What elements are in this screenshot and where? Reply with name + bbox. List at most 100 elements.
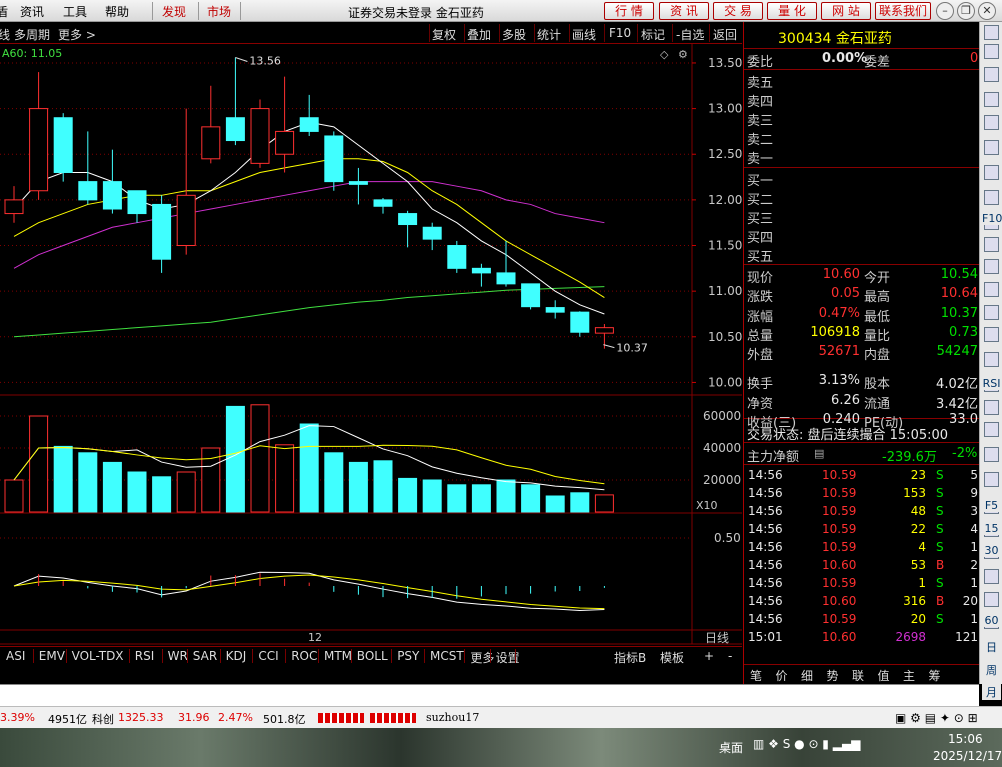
- toolbar-more[interactable]: 更多 >: [58, 26, 96, 43]
- indicator-tab-asi[interactable]: ASI: [4, 649, 27, 663]
- indicator-tab-kdj[interactable]: KDJ: [224, 649, 249, 663]
- side-tool-icon[interactable]: [984, 190, 999, 205]
- settings-icon[interactable]: ⚙: [678, 48, 688, 61]
- indicator-tab-right-0[interactable]: 指标B: [612, 649, 648, 666]
- menu-market[interactable]: 市场: [207, 3, 231, 20]
- tray-icons[interactable]: ▥ ❖ S ● ⊙ ▮ ▂▄▆: [753, 737, 860, 751]
- side-tool-icon[interactable]: [984, 447, 999, 462]
- toolbar-mark[interactable]: 标记: [641, 26, 665, 43]
- toolbar-f10[interactable]: F10: [609, 26, 631, 40]
- side-tool-icon[interactable]: [984, 592, 999, 607]
- indicator-tab-emv[interactable]: EMV: [37, 649, 67, 663]
- minimize-icon[interactable]: –: [936, 2, 954, 20]
- trade-n: 3: [970, 504, 978, 518]
- indicator-tab-right-1[interactable]: 模板: [658, 649, 686, 666]
- indicator-tab-psy[interactable]: PSY: [395, 649, 421, 663]
- tab-separator: [252, 649, 254, 663]
- side-tool-icon[interactable]: [984, 140, 999, 155]
- trade-p: 10.60: [822, 558, 857, 572]
- toolbar-multi-stock[interactable]: 多股: [502, 26, 526, 43]
- diamond-icon[interactable]: ◇: [660, 48, 669, 61]
- trade-t: 15:01: [748, 630, 783, 644]
- side-tool-月[interactable]: 月: [982, 684, 1001, 700]
- indicator-tick-label: 0.50: [714, 531, 741, 545]
- side-tool-icon[interactable]: [984, 67, 999, 82]
- toolbar-back[interactable]: 返回: [713, 26, 737, 43]
- indicator-tab-right-3[interactable]: -: [726, 649, 734, 663]
- side-tool-icon[interactable]: [984, 259, 999, 274]
- indicator-tab-mcst[interactable]: MCST: [428, 649, 466, 663]
- side-tool-icon[interactable]: [984, 422, 999, 437]
- contact-button[interactable]: 联系我们: [875, 2, 931, 20]
- side-tool-30[interactable]: 30: [982, 544, 1001, 557]
- menu-item-0[interactable]: 盾: [0, 3, 8, 20]
- side-tool-icon[interactable]: [984, 165, 999, 180]
- restore-icon[interactable]: ❐: [957, 2, 975, 20]
- side-tool-RSI[interactable]: RSI: [982, 377, 1001, 390]
- side-tool-icon[interactable]: [984, 115, 999, 130]
- website-button[interactable]: 网 站: [821, 2, 871, 20]
- toolbar-watchlist[interactable]: -自选: [676, 26, 704, 43]
- quote-tab-7[interactable]: 筹: [929, 667, 941, 684]
- list-icon[interactable]: ▤: [814, 447, 824, 460]
- quote-tab-6[interactable]: 主: [903, 667, 915, 684]
- side-tool-F10[interactable]: F10: [982, 212, 1002, 225]
- indicator-tab-cci[interactable]: CCI: [256, 649, 280, 663]
- side-tool-icon[interactable]: [984, 305, 999, 320]
- quote-tab-4[interactable]: 联: [852, 667, 864, 684]
- menu-news[interactable]: 资讯: [20, 3, 44, 20]
- kline-chart[interactable]: 13.50 13.00 12.50 12.00 11.50 11.00 10.50 10.00…: [0, 44, 742, 646]
- indicator-tab-roc[interactable]: ROC: [289, 649, 319, 663]
- indicator-tab-right-2[interactable]: +: [702, 649, 716, 663]
- side-tool-60[interactable]: 60: [982, 614, 1001, 627]
- toolbar-stats[interactable]: 统计: [537, 26, 561, 43]
- indicator-tab-mtm[interactable]: MTM: [322, 649, 354, 663]
- side-tool-icon[interactable]: [984, 237, 999, 252]
- side-tool-icon[interactable]: [984, 282, 999, 297]
- indicator-tab-更多[interactable]: 更多: [468, 649, 496, 666]
- quant-button[interactable]: 量 化: [767, 2, 817, 20]
- side-tool-icon[interactable]: [984, 569, 999, 584]
- quote-tab-1[interactable]: 价: [776, 667, 788, 684]
- quote-tab-5[interactable]: 值: [878, 667, 890, 684]
- quote-button[interactable]: 行 情: [604, 2, 654, 20]
- indicator-tab-rsi[interactable]: RSI: [133, 649, 157, 663]
- news-button[interactable]: 资 讯: [659, 2, 709, 20]
- indicator-tab-vol-tdx[interactable]: VOL-TDX: [70, 649, 126, 663]
- side-tool-F5[interactable]: F5: [982, 499, 1001, 512]
- side-tool-周[interactable]: 周: [982, 662, 1001, 678]
- quote-label-7-a: 收益(三): [747, 416, 797, 432]
- toolbar-line[interactable]: 线: [0, 26, 10, 43]
- menu-tools[interactable]: 工具: [63, 3, 87, 20]
- menu-help[interactable]: 帮助: [105, 3, 129, 20]
- desktop-label[interactable]: 桌面: [719, 739, 743, 756]
- side-tool-icon[interactable]: [984, 25, 999, 40]
- menu-discover[interactable]: 发现: [162, 3, 186, 20]
- side-tool-日[interactable]: 日: [982, 639, 1001, 655]
- weicha-value: 0: [970, 51, 979, 66]
- quote-tab-0[interactable]: 笔: [750, 667, 762, 684]
- side-tool-icon[interactable]: [984, 44, 999, 59]
- side-tool-icon[interactable]: [984, 472, 999, 487]
- side-tool-15[interactable]: 15: [982, 522, 1001, 535]
- trade-button[interactable]: 交 易: [713, 2, 763, 20]
- buy-level-4: 买四: [747, 231, 774, 246]
- indicator-tab-sar[interactable]: SAR: [191, 649, 219, 663]
- quote-tab-2[interactable]: 细: [801, 667, 813, 684]
- toolbar-overlay[interactable]: 叠加: [467, 26, 491, 43]
- trade-row: 15:01 10.60 2698 121: [748, 630, 980, 648]
- side-tool-icon[interactable]: [984, 327, 999, 342]
- side-tool-icon[interactable]: [984, 92, 999, 107]
- toolbar-multi-period[interactable]: 多周期: [14, 26, 50, 43]
- toolbar-draw[interactable]: 画线: [572, 26, 596, 43]
- status-icons[interactable]: ▣ ⚙ ▤ ✦ ⊙ ⊞: [895, 711, 978, 725]
- indicator-tab-设置[interactable]: 设置: [494, 649, 522, 666]
- side-tool-icon[interactable]: [984, 352, 999, 367]
- quote-tabs: 笔价细势联值主筹: [744, 664, 979, 684]
- trade-v: 53: [910, 558, 926, 572]
- quote-tab-3[interactable]: 势: [827, 667, 839, 684]
- side-tool-icon[interactable]: [984, 400, 999, 415]
- indicator-tab-boll[interactable]: BOLL: [355, 649, 390, 663]
- toolbar-fuquan[interactable]: 复权: [432, 26, 456, 43]
- close-icon[interactable]: ✕: [978, 2, 996, 20]
